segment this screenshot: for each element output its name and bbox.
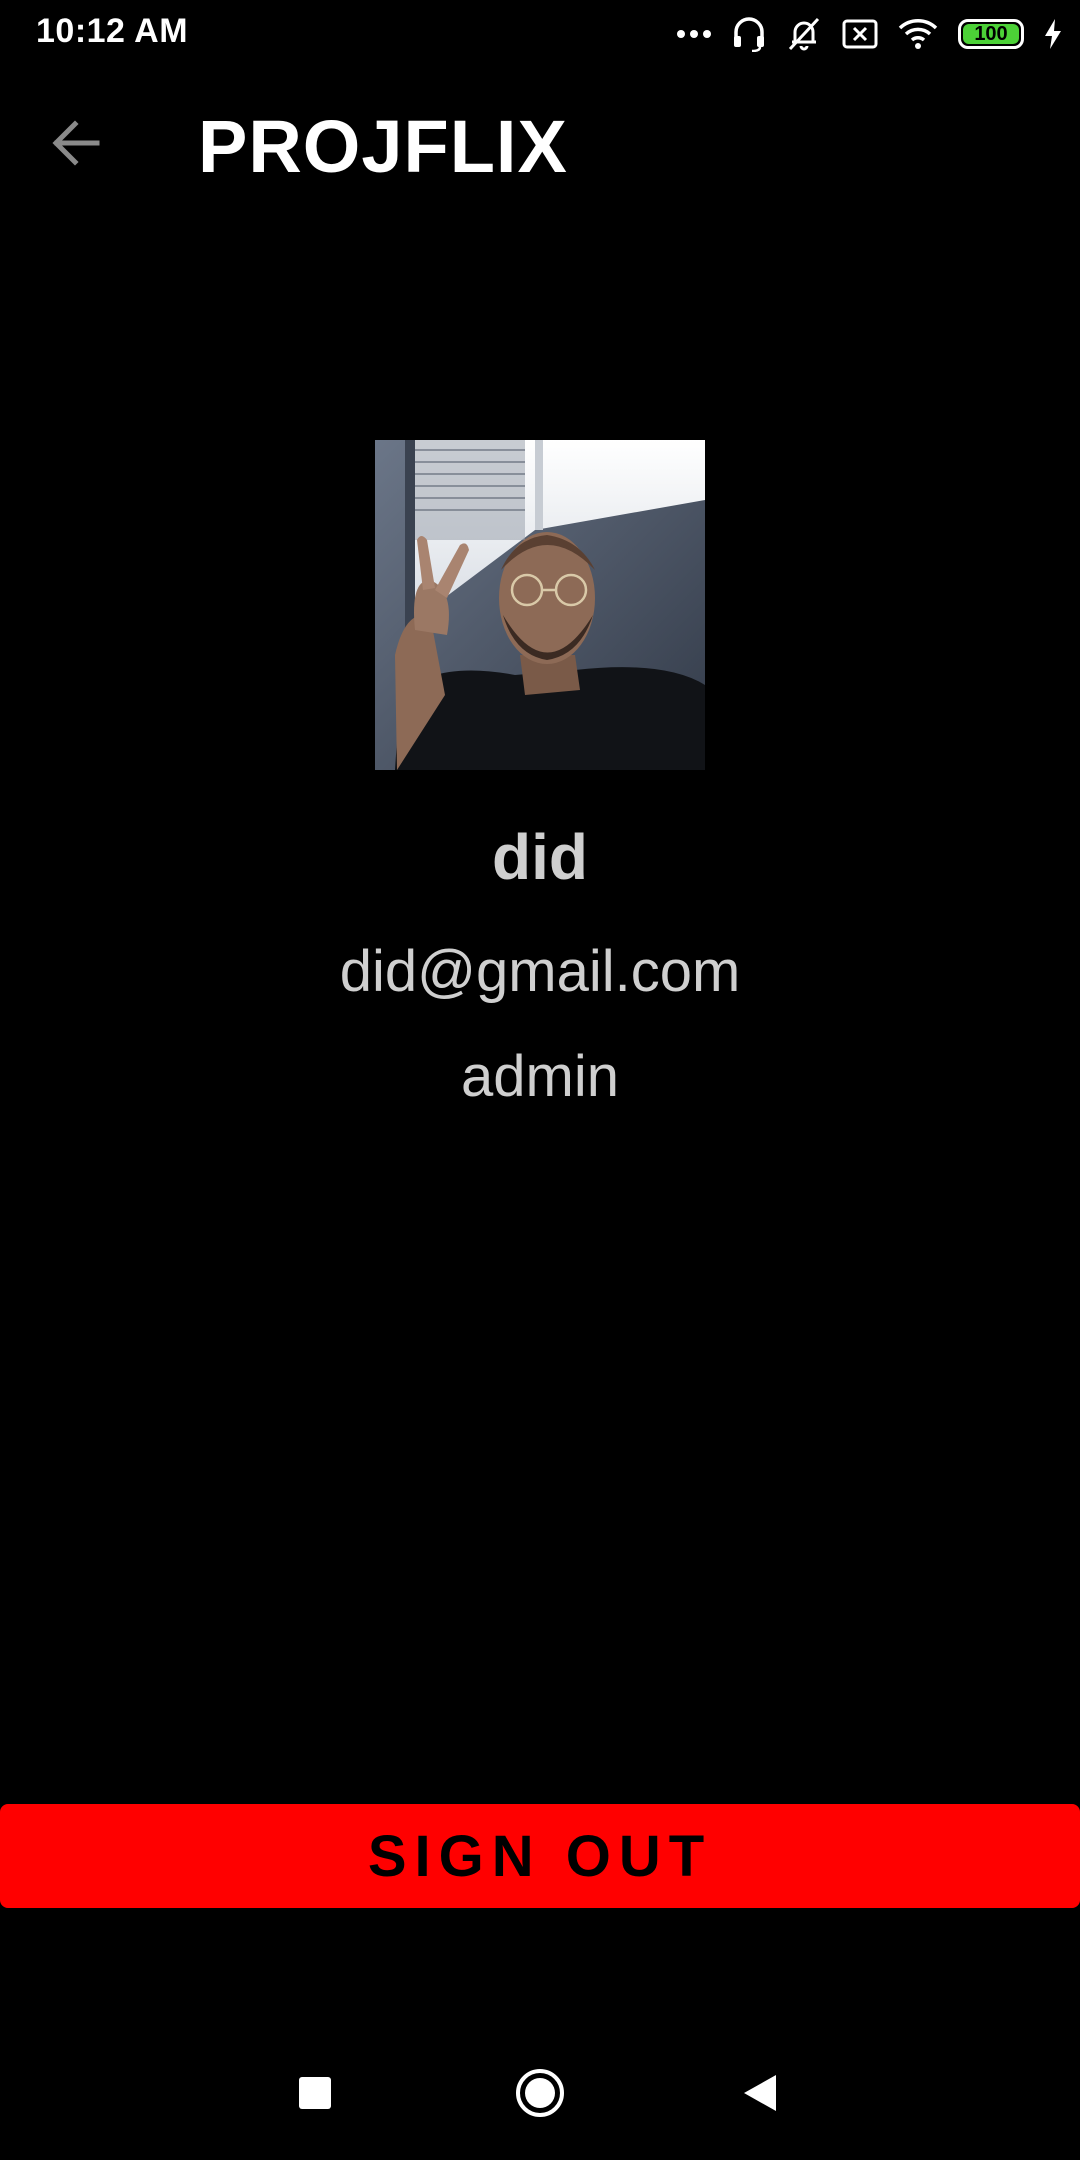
- app-bar: PROJFLIX: [0, 90, 1080, 200]
- profile-email: did@gmail.com: [339, 939, 741, 1004]
- battery-level: 100: [963, 23, 1019, 45]
- profile-screen: 10:12 AM 100 PROJFLIX did did@gmail.com …: [0, 0, 1080, 2160]
- avatar-photo: [375, 440, 705, 770]
- arrow-left-icon: [51, 119, 101, 171]
- app-title: PROJFLIX: [198, 105, 568, 188]
- recents-square-icon: [298, 2076, 332, 2115]
- avatar: [375, 440, 705, 770]
- back-triangle-icon: [742, 2073, 778, 2118]
- recents-button[interactable]: [270, 2050, 360, 2140]
- home-circle-icon: [514, 2067, 566, 2124]
- nav-back-button[interactable]: [715, 2050, 805, 2140]
- sign-out-button[interactable]: SIGN OUT: [0, 1804, 1080, 1908]
- system-nav-bar: [0, 2050, 1080, 2140]
- status-time: 10:12 AM: [36, 12, 189, 50]
- status-icons: 100: [676, 12, 1062, 56]
- headset-icon: [732, 16, 766, 52]
- profile-name: did: [492, 821, 588, 893]
- wifi-icon: [898, 18, 938, 50]
- more-dots-icon: [676, 29, 712, 39]
- muted-bell-icon: [786, 16, 822, 52]
- profile-role: admin: [461, 1044, 619, 1109]
- sign-out-label: SIGN OUT: [367, 1823, 713, 1889]
- home-button[interactable]: [495, 2050, 585, 2140]
- battery-icon: 100: [958, 19, 1024, 49]
- sim-x-icon: [842, 19, 878, 49]
- status-bar: 10:12 AM 100: [0, 0, 1080, 66]
- back-button[interactable]: [36, 112, 116, 178]
- charging-bolt-icon: [1044, 19, 1062, 49]
